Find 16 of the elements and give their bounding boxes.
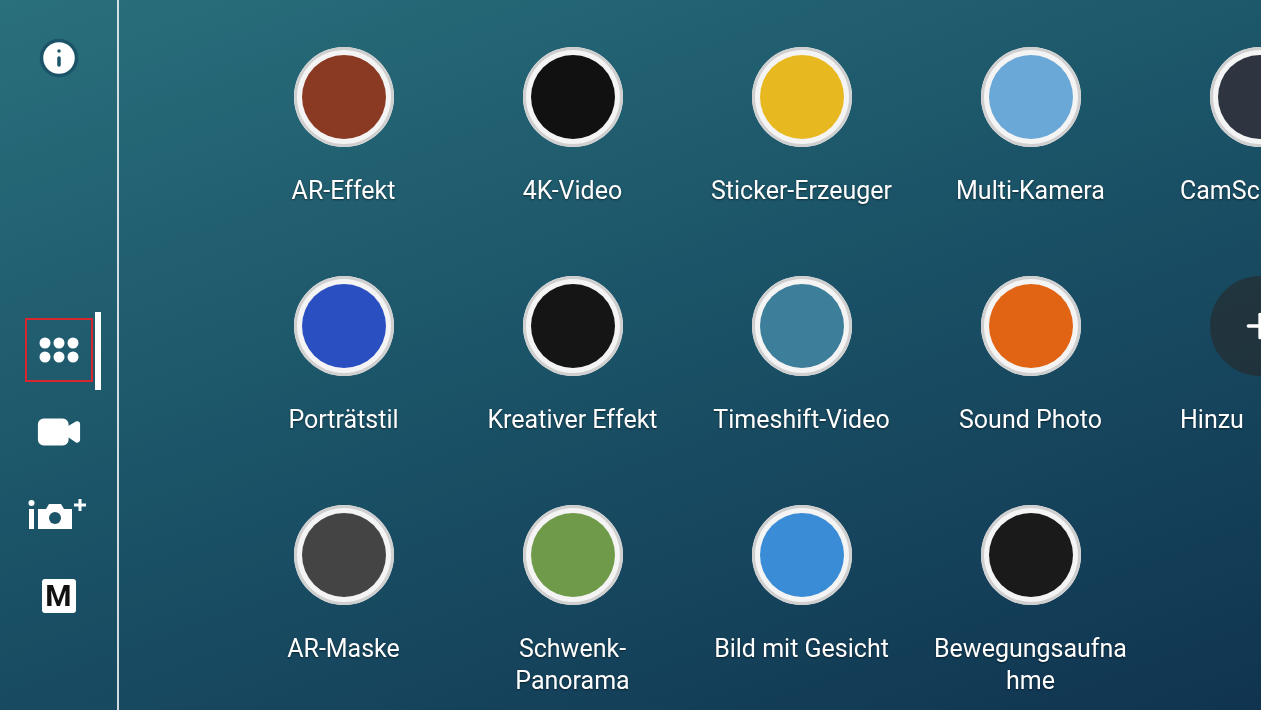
app-label: Hinzu: [1180, 404, 1244, 436]
app-label: Timeshift-Video: [712, 404, 891, 436]
app-label: Sound Photo: [958, 404, 1103, 436]
mode-button[interactable]: M: [24, 564, 93, 628]
app-label: Bewegungsaufnahme: [933, 633, 1128, 697]
app-label: Porträtstil: [287, 404, 400, 436]
app-label: AR-Effekt: [290, 175, 397, 207]
app-label: Bild mit Gesicht: [713, 633, 890, 665]
manual-mode-key[interactable]: M: [41, 579, 76, 613]
app-label: 4K-Video: [521, 175, 624, 207]
app-label: AR-Maske: [286, 633, 401, 665]
app-label: Schwenk-Panorama: [514, 633, 631, 697]
app-label: CamSc: [1180, 175, 1260, 207]
app-label: Sticker-Erzeuger: [710, 175, 893, 207]
app-label: Kreativer Effekt: [486, 404, 659, 436]
app-label: Multi-Kamera: [955, 175, 1106, 207]
